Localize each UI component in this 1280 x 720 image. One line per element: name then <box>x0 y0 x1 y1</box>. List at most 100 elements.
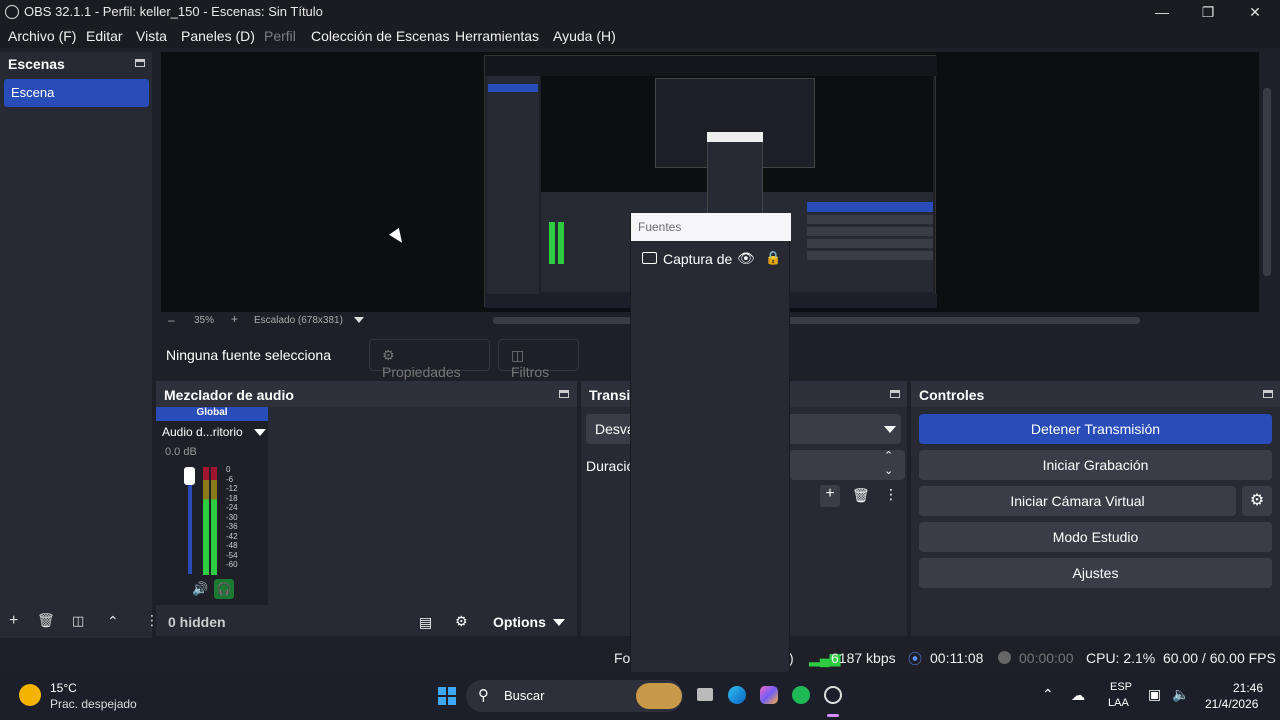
taskbar: 15°C Prac. despejado ⚲ Buscar ⌃ ☁ ESP LA… <box>0 672 1280 720</box>
transition-dropdown-icon[interactable] <box>884 426 896 433</box>
virtual-camera-button[interactable]: Iniciar Cámara Virtual <box>919 486 1236 516</box>
spin-up-icon[interactable]: ⌃ <box>884 449 893 462</box>
preview-vertical-scrollbar[interactable] <box>1263 88 1271 276</box>
float-dock-icon[interactable] <box>559 390 569 398</box>
scaling-label: Escalado (678x381) <box>254 315 343 326</box>
record-status-icon <box>998 651 1011 664</box>
move-up-icon[interactable]: ⌃ <box>107 613 119 630</box>
volume-icon[interactable]: 🔈 <box>1172 686 1189 703</box>
scale-label: -36 <box>226 522 238 531</box>
settings-button[interactable]: Ajustes <box>919 558 1272 588</box>
menu-perfil[interactable]: Perfil <box>264 28 296 44</box>
float-dock-icon[interactable] <box>1263 390 1273 398</box>
streaming-icon: ⦿ <box>908 651 922 667</box>
menu-editar[interactable]: Editar <box>86 28 123 44</box>
search-placeholder: Buscar <box>504 688 545 703</box>
scale-label: -6 <box>226 474 234 484</box>
float-dock-icon[interactable] <box>890 390 900 398</box>
stop-stream-button[interactable]: Detener Transmisión <box>919 414 1272 444</box>
network-icon[interactable]: ▣ <box>1148 686 1161 703</box>
lock-icon[interactable]: 🔒 <box>765 250 781 266</box>
obs-taskbar-icon[interactable] <box>824 686 842 704</box>
zoom-level: 35% <box>194 315 215 326</box>
sources-title: Fuentes <box>631 213 791 241</box>
duration-label: Duració <box>586 458 635 474</box>
no-source-label: Ninguna fuente selecciona <box>166 347 332 363</box>
maximize-button[interactable]: ❐ <box>1185 2 1231 22</box>
scenes-dock: Escenas <box>0 52 152 638</box>
scale-label: -18 <box>226 493 238 503</box>
close-button[interactable]: ✕ <box>1232 2 1278 22</box>
zoom-in-icon[interactable]: + <box>231 312 238 326</box>
filters-scene-icon[interactable]: ◫ <box>72 613 84 629</box>
minimize-button[interactable]: — <box>1139 2 1185 22</box>
meter-right <box>211 467 217 575</box>
active-app-indicator <box>827 714 839 717</box>
tray-chevron-icon[interactable]: ⌃ <box>1042 686 1054 703</box>
gear-icon: ⚙ <box>382 347 395 363</box>
source-item[interactable]: Captura de <box>663 251 732 267</box>
start-recording-button[interactable]: Iniciar Grabación <box>919 450 1272 480</box>
scale-label: -54 <box>226 550 238 560</box>
options-dropdown-icon[interactable] <box>553 619 565 626</box>
search-highlight-icon[interactable] <box>636 683 682 709</box>
menu-coleccion[interactable]: Colección de Escenas <box>311 28 450 44</box>
meter-scale: 0 -6 -12 -18 -24 -30 -36 -42 -48 -54 -60 <box>226 465 238 570</box>
spin-down-icon[interactable]: ⌄ <box>884 464 893 477</box>
menu-herramientas[interactable]: Herramientas <box>455 28 539 44</box>
window-title: OBS 32.1.1 - Perfil: keller_150 - Escena… <box>24 4 323 19</box>
options-button[interactable]: Options <box>493 614 546 630</box>
cpu-usage: CPU: 2.1% <box>1086 650 1156 666</box>
menu-paneles[interactable]: Paneles (D) <box>181 28 255 44</box>
clock-time[interactable]: 21:46 <box>1233 681 1263 695</box>
add-transition-icon[interactable]: + <box>820 485 840 507</box>
copilot-icon[interactable] <box>760 686 778 704</box>
menu-archivo[interactable]: Archivo (F) <box>8 28 76 44</box>
audio-source-name: Audio d...ritorio <box>162 425 243 439</box>
mixer-title: Mezclador de audio <box>164 387 294 403</box>
clock-date[interactable]: 21/4/2026 <box>1205 697 1258 711</box>
eye-icon[interactable]: 👁 <box>737 250 755 267</box>
float-dock-icon[interactable] <box>135 59 145 67</box>
record-time: 00:00:00 <box>1019 650 1074 666</box>
delete-transition-icon[interactable]: 🗑 <box>852 487 870 504</box>
advanced-settings-icon[interactable]: ⚙ <box>455 613 468 630</box>
add-scene-icon[interactable]: + <box>9 612 18 630</box>
filters-button[interactable]: ◫ Filtros <box>498 339 579 380</box>
layout-icon[interactable]: ▤ <box>419 614 432 631</box>
preview-horizontal-scrollbar[interactable] <box>493 317 1140 324</box>
scaling-dropdown-icon[interactable] <box>354 317 364 323</box>
meter-left <box>203 467 209 575</box>
track-header: Global <box>156 407 268 421</box>
virtual-camera-settings-icon[interactable]: ⚙ <box>1242 486 1272 516</box>
stream-time: 00:11:08 <box>930 650 984 666</box>
obs-logo-icon <box>5 5 19 19</box>
scene-item[interactable]: Escena <box>4 79 149 107</box>
speaker-icon[interactable]: 🔊 <box>192 581 208 597</box>
search-icon: ⚲ <box>478 687 489 704</box>
frames-label: Fo <box>614 650 631 666</box>
delete-scene-icon[interactable]: 🗑 <box>37 612 55 629</box>
scenes-title: Escenas <box>8 56 65 72</box>
keyboard-layout[interactable]: LAA <box>1108 697 1129 709</box>
input-language[interactable]: ESP <box>1110 681 1132 693</box>
headphones-icon[interactable]: 🎧 <box>214 579 234 599</box>
properties-button[interactable]: ⚙ Propiedades <box>369 339 490 380</box>
windows-start-icon[interactable] <box>438 687 456 705</box>
menu-bar: Archivo (F) Editar Vista Paneles (D) Per… <box>0 24 1280 48</box>
onedrive-icon[interactable]: ☁ <box>1071 687 1085 704</box>
spotify-icon[interactable] <box>792 686 810 704</box>
menu-vista[interactable]: Vista <box>136 28 167 44</box>
volume-slider-handle[interactable] <box>184 467 195 485</box>
menu-ayuda[interactable]: Ayuda (H) <box>553 28 616 44</box>
zoom-out-icon[interactable]: – <box>168 313 175 327</box>
transition-more-icon[interactable]: ⋮ <box>884 486 898 503</box>
studio-mode-button[interactable]: Modo Estudio <box>919 522 1272 552</box>
edge-icon[interactable] <box>728 686 746 704</box>
filters-label: Filtros <box>511 364 550 380</box>
volume-db: 0.0 dB <box>165 446 197 458</box>
source-menu-icon[interactable] <box>254 429 266 436</box>
weather-icon[interactable] <box>19 684 41 706</box>
task-view-icon[interactable] <box>697 688 713 701</box>
title-bar: OBS 32.1.1 - Perfil: keller_150 - Escena… <box>0 0 1280 24</box>
